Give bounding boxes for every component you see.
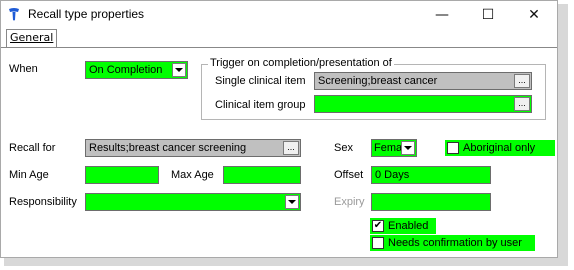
responsibility-label: Responsibility — [9, 196, 77, 208]
clinical-item-group-label: Clinical item group — [215, 99, 306, 111]
sex-dropdown[interactable]: Fema — [371, 139, 417, 157]
trigger-group-label: Trigger on completion/presentation of — [208, 57, 394, 69]
when-value: On Completion — [89, 64, 163, 76]
item-group-browse-button[interactable]: ... — [514, 97, 530, 111]
max-age-field[interactable] — [223, 166, 301, 184]
enabled-checked-box[interactable]: ✔ — [372, 220, 384, 232]
dialog-window: Recall type properties — ☐ ✕ General Whe… — [0, 0, 558, 258]
clinical-item-group-field[interactable]: ... — [314, 95, 532, 113]
maximize-button[interactable]: ☐ — [465, 1, 511, 29]
min-age-field[interactable] — [85, 166, 159, 184]
tab-general[interactable]: General — [6, 29, 58, 47]
tab-strip: General — [1, 29, 557, 48]
aboriginal-only-label: Aboriginal only — [463, 142, 536, 154]
when-label: When — [9, 63, 38, 75]
expiry-field[interactable] — [371, 193, 491, 211]
recall-for-browse-button[interactable]: ... — [283, 141, 299, 155]
tab-general-label: General — [10, 31, 54, 44]
recall-for-label: Recall for — [9, 142, 56, 154]
responsibility-dropdown[interactable] — [85, 193, 301, 211]
aboriginal-only-box[interactable] — [447, 142, 459, 154]
minimize-button[interactable]: — — [419, 1, 465, 29]
close-button[interactable]: ✕ — [511, 1, 557, 29]
title-bar[interactable]: Recall type properties — ☐ ✕ — [1, 1, 557, 29]
recall-for-field[interactable]: Results;breast cancer screening ... — [85, 139, 301, 157]
chevron-down-icon[interactable] — [285, 195, 299, 209]
min-age-label: Min Age — [9, 169, 49, 181]
when-dropdown[interactable]: On Completion — [85, 61, 188, 79]
single-clinical-item-value: Screening;breast cancer — [318, 75, 438, 87]
needs-confirmation-checkbox[interactable]: Needs confirmation by user — [370, 235, 535, 251]
sex-label: Sex — [334, 142, 353, 154]
telstra-t-icon — [9, 8, 19, 21]
chevron-down-icon[interactable] — [172, 63, 186, 77]
enabled-label: Enabled — [388, 220, 429, 232]
needs-confirmation-label: Needs confirmation by user — [388, 237, 522, 249]
offset-field[interactable]: 0 Days — [371, 166, 491, 184]
offset-value: 0 Days — [375, 169, 410, 181]
offset-label: Offset — [334, 169, 364, 181]
enabled-checkbox[interactable]: ✔ Enabled — [370, 218, 436, 234]
max-age-label: Max Age — [171, 169, 214, 181]
needs-confirmation-box[interactable] — [372, 237, 384, 249]
single-item-browse-button[interactable]: ... — [514, 74, 530, 88]
expiry-label: Expiry — [334, 196, 365, 208]
recall-for-value: Results;breast cancer screening — [89, 142, 247, 154]
chevron-down-icon[interactable] — [401, 141, 415, 155]
sex-value: Fema — [374, 142, 403, 154]
window-title: Recall type properties — [28, 7, 145, 21]
aboriginal-only-checkbox[interactable]: Aboriginal only — [445, 140, 555, 156]
single-clinical-item-label: Single clinical item — [215, 75, 306, 87]
single-clinical-item-field[interactable]: Screening;breast cancer ... — [314, 72, 532, 90]
